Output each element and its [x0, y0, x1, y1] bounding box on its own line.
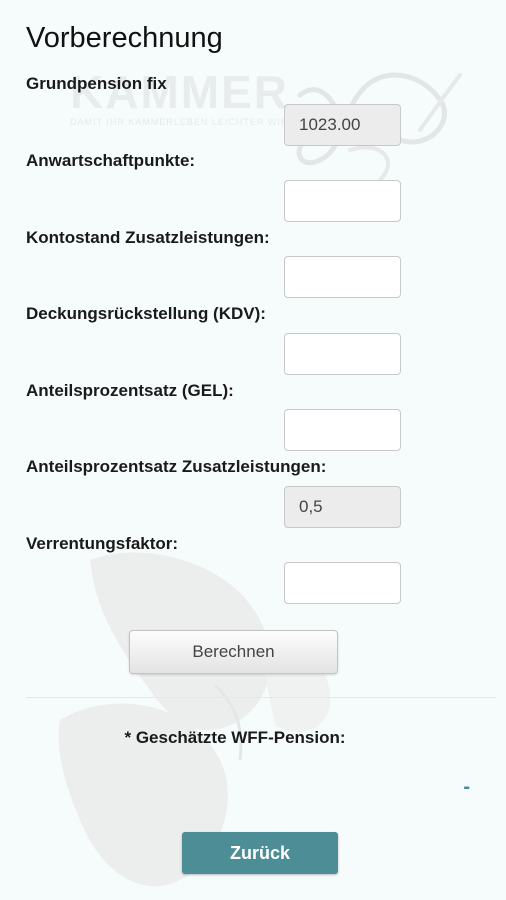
result-value: - — [463, 776, 470, 798]
page-title: Vorberechnung — [26, 22, 223, 54]
anteilsprozentsatz-gel-field[interactable] — [284, 409, 401, 451]
deckungsrueckstellung-field[interactable] — [284, 333, 401, 375]
kontostand-zusatzleistungen-field[interactable] — [284, 256, 401, 298]
screen: KAMMER DAMIT IHR KAMMERLEBEN LEICHTER WI… — [0, 0, 506, 900]
kontostand-zusatzleistungen-label: Kontostand Zusatzleistungen: — [26, 228, 270, 247]
calculate-button[interactable]: Berechnen — [129, 630, 338, 674]
anwartschaftpunkte-label: Anwartschaftpunkte: — [26, 151, 196, 170]
grundpension-label: Grundpension fix — [26, 74, 167, 93]
back-button[interactable]: Zurück — [182, 832, 338, 874]
verrentungsfaktor-field[interactable] — [284, 562, 401, 604]
anteilsprozentsatz-zusatzleistungen-label: Anteilsprozentsatz Zusatzleistungen: — [26, 457, 327, 476]
divider — [26, 697, 496, 698]
anwartschaftpunkte-field[interactable] — [284, 180, 401, 222]
anteilsprozentsatz-gel-label: Anteilsprozentsatz (GEL): — [26, 381, 234, 400]
anteilsprozentsatz-zusatzleistungen-field[interactable] — [284, 486, 401, 528]
watermark-tagline: DAMIT IHR KAMMERLEBEN LEICHTER WIRD — [70, 117, 296, 127]
grundpension-field[interactable] — [284, 104, 401, 146]
kammer-logo-watermark: KAMMER DAMIT IHR KAMMERLEBEN LEICHTER WI… — [58, 66, 462, 887]
result-label: * Geschätzte WFF-Pension: — [124, 728, 346, 747]
verrentungsfaktor-label: Verrentungsfaktor: — [26, 534, 179, 553]
deckungsrueckstellung-label: Deckungsrückstellung (KDV): — [26, 304, 266, 323]
